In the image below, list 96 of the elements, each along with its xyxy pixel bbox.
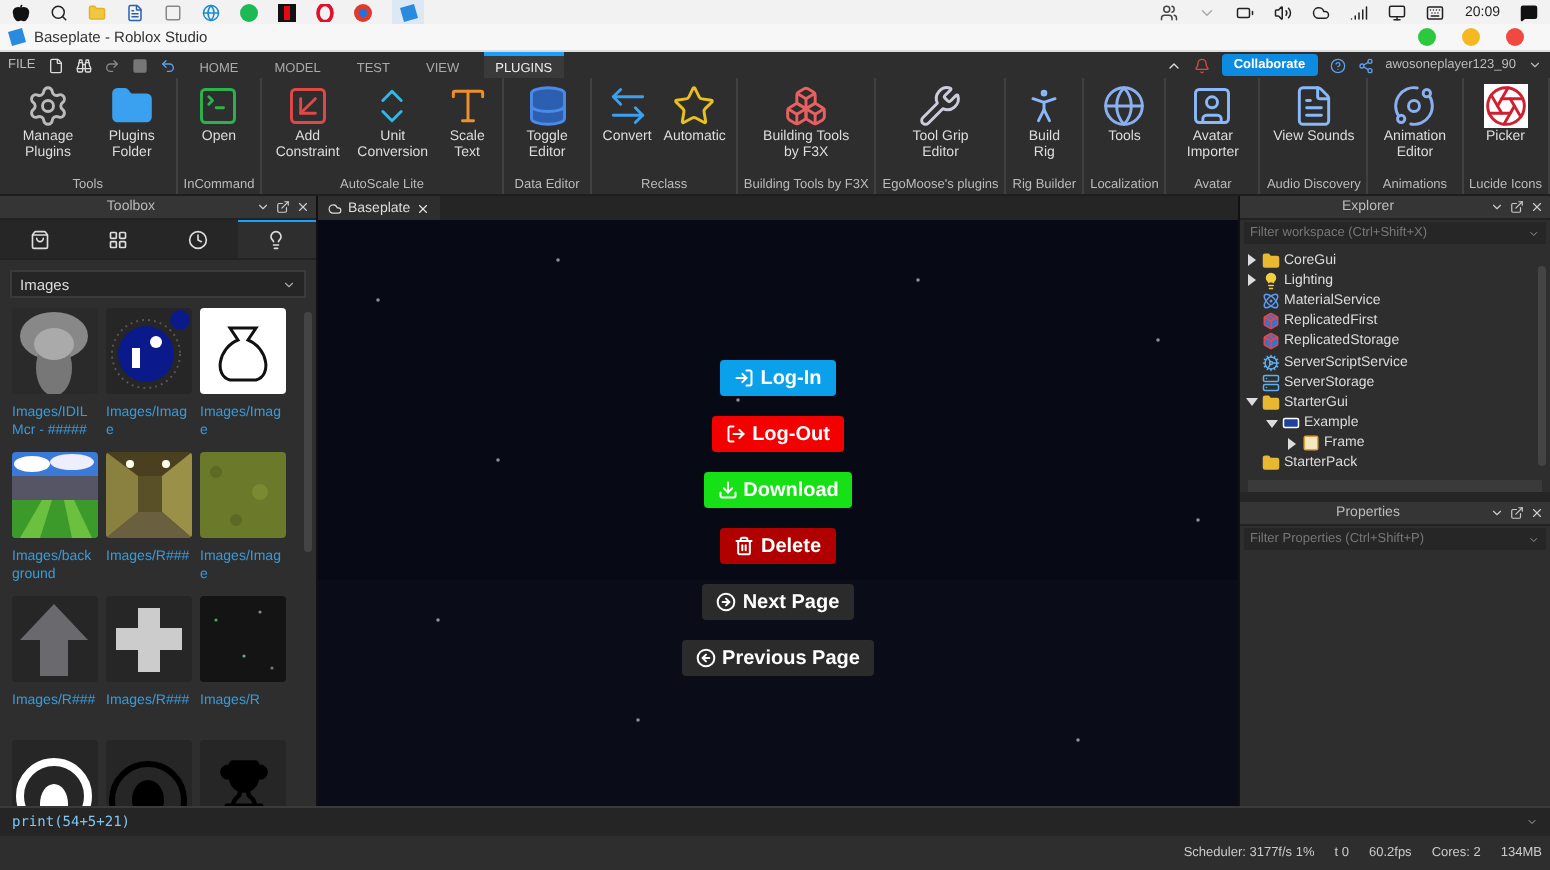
asset-thumbnail[interactable] [12,596,98,682]
keyboard-icon[interactable] [1426,3,1445,21]
globe-icon [1102,84,1147,128]
share-icon[interactable] [1357,57,1374,73]
expand-arrow-icon[interactable] [1246,396,1258,409]
lightbulb-icon [266,230,287,250]
arrow-right-circle-icon [716,592,737,612]
search-icon[interactable] [50,3,68,21]
app-logo-icon [8,28,26,46]
signal-icon[interactable] [1350,3,1369,21]
speaker-icon[interactable] [1274,3,1293,21]
cloud-icon[interactable] [1312,3,1331,21]
monitor-icon[interactable] [1388,3,1407,21]
close-icon[interactable] [1530,506,1544,520]
battery-icon[interactable] [1236,3,1255,21]
redo-icon[interactable] [103,57,120,73]
avatar-icon [1190,84,1235,128]
binoculars-icon[interactable] [75,57,92,73]
grid-icon [108,230,129,250]
blocks-icon [784,84,829,128]
gear-icon [25,84,70,128]
asset-thumbnail[interactable] [200,740,286,806]
arrow-square-icon [285,84,330,128]
download-icon [717,480,738,500]
database-icon [525,84,570,128]
gui-button[interactable]: Previous Page [682,640,874,676]
people-icon[interactable] [1160,3,1179,21]
package-icon [1262,312,1280,331]
collapse-icon[interactable] [256,200,270,214]
clock-icon [187,230,208,250]
close-icon[interactable] [416,201,431,215]
float-icon[interactable] [1510,200,1524,214]
expand-arrow-icon[interactable] [1246,254,1258,267]
star-icon [672,84,717,128]
arrow-left-circle-icon [696,648,717,668]
expand-arrow-icon[interactable] [1286,437,1298,450]
asset-thumbnail[interactable] [12,452,98,538]
expand-arrow-icon[interactable] [1266,417,1278,430]
asset-thumbnail[interactable] [106,596,192,682]
close-icon[interactable] [296,200,310,214]
lightbulb-icon [1262,271,1280,290]
folder-icon [1262,454,1280,473]
stop-icon[interactable] [131,57,148,73]
new-file-icon[interactable] [47,57,64,73]
trophy-icon [217,757,269,806]
chevron-down-icon [1528,533,1540,545]
apple-icon[interactable] [12,3,30,21]
gui-button[interactable]: Log-Out [712,416,844,452]
atom-icon [1262,291,1280,310]
square-icon [1302,434,1320,453]
server-icon [1262,373,1280,392]
logout-icon [726,424,747,444]
chevron-down-icon[interactable] [1528,58,1542,72]
gui-button[interactable]: Next Page [702,584,854,620]
close-icon[interactable] [1530,200,1544,214]
gui-button[interactable]: Delete [720,528,835,564]
toolbox-tab[interactable] [0,220,79,258]
chevron-down-icon [282,277,296,291]
undo-icon[interactable] [159,57,176,73]
gear-icon [1262,353,1280,372]
asset-thumbnail[interactable] [200,452,286,538]
folder-icon [1262,251,1280,270]
document-icon[interactable] [126,3,144,21]
collapse-icon[interactable] [1490,200,1504,214]
collapse-icon[interactable] [1490,506,1504,520]
bell-icon[interactable] [1193,57,1210,73]
folder-icon [109,84,154,128]
folder-icon [1262,393,1280,412]
orbit-icon [1392,84,1437,128]
chevron-down-icon [1528,227,1540,239]
float-icon[interactable] [1510,506,1524,520]
circle-logo-icon [106,308,192,394]
asset-thumbnail[interactable] [106,308,192,394]
bag-icon [29,230,50,250]
trash-icon [734,536,755,556]
globe-icon[interactable] [202,3,220,21]
expand-arrow-icon[interactable] [1246,274,1258,287]
terminal-icon [196,84,241,128]
app-icon[interactable] [278,3,296,21]
asset-thumbnail[interactable] [200,596,286,682]
toolbox-tab[interactable] [158,220,237,258]
help-icon[interactable] [1329,57,1346,73]
asset-thumbnail[interactable] [106,740,192,806]
swirl-icon [1483,84,1528,128]
chevron-down-icon[interactable] [1526,816,1538,828]
float-icon[interactable] [276,200,290,214]
money-bag-icon [200,308,286,394]
asset-thumbnail[interactable] [12,740,98,806]
window-icon [1282,414,1300,433]
package-icon [1262,332,1280,351]
wrench-icon [918,84,963,128]
asset-thumbnail[interactable] [200,308,286,394]
notification-icon[interactable] [1520,3,1538,21]
asset-thumbnail[interactable] [106,452,192,538]
login-icon [734,368,755,388]
cloud-icon [328,201,342,215]
